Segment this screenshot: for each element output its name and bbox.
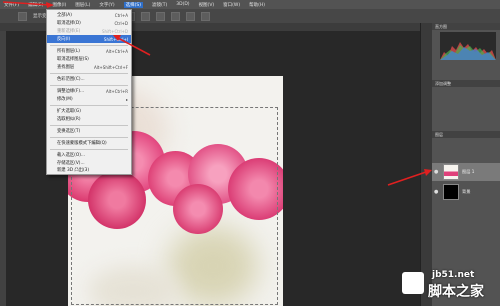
layer-name: 图层 1	[462, 169, 475, 174]
menu-view[interactable]: 视图(V)	[199, 2, 215, 8]
layer-row-background[interactable]: ● 背景	[432, 183, 500, 201]
histogram-tab[interactable]: 直方图	[432, 23, 500, 30]
align-left-icon[interactable]	[171, 11, 180, 21]
menu-item-reselect: 重新选择(E) Shift+Ctrl+D	[57, 28, 128, 35]
menu-image[interactable]: 图像(I)	[52, 2, 66, 8]
menu-item-deselect-layers[interactable]: 取消选择图层(S)	[47, 55, 131, 63]
menu-separator	[50, 73, 128, 74]
select-menu-dropdown: 全部(A) Ctrl+A 取消选择(D) Ctrl+D 重新选择(E) Shift+C…	[46, 9, 132, 175]
menu-item-quick-mask[interactable]: 在快速蒙版模式下编辑(Q)	[47, 139, 131, 147]
menu-item-all-layers[interactable]: 所有图层(L) Alt+Ctrl+A	[47, 47, 131, 55]
menu-item-inverse[interactable]: 反向(I) Shift+Ctrl+I	[47, 35, 131, 43]
menu-separator	[50, 137, 128, 138]
watermark-text: 脚本之家	[428, 284, 484, 300]
menu-item-transform-selection[interactable]: 变换选区(T)	[47, 127, 131, 135]
menu-item-similar[interactable]: 选取相似(R)	[47, 115, 131, 123]
menu-item-find-layers[interactable]: 查找图层 Alt+Shift+Ctrl+F	[47, 63, 131, 71]
menu-separator	[50, 149, 128, 150]
histogram-graph	[440, 42, 496, 60]
menu-item-new-3d-extrusion[interactable]: 新建 3D 凸出(3)	[47, 167, 131, 173]
menu-item-modify[interactable]: 修改(M) ▸	[47, 95, 131, 103]
menu-item-save-selection[interactable]: 存储选区(V)...	[47, 159, 131, 167]
submenu-arrow-icon: ▸	[125, 96, 128, 102]
right-panels: 直方图 添加调整 图层 ● 图层 1 ● 背景	[432, 23, 500, 306]
layer-row-1[interactable]: ● 图层 1	[432, 163, 500, 181]
menu-item-refine-edge[interactable]: 调整边缘(F)... Alt+Ctrl+R	[47, 87, 131, 95]
menu-item-load-selection[interactable]: 载入选区(O)...	[47, 151, 131, 159]
align-bottom-icon[interactable]	[156, 11, 165, 21]
menu-bar: 文件(F) 编辑(E) 图像(I) 图层(L) 文字(Y) 选择(S) 滤镜(T…	[0, 0, 500, 9]
menu-item-all[interactable]: 全部(A) Ctrl+A	[47, 11, 131, 19]
visibility-eye-icon[interactable]: ●	[434, 189, 440, 195]
menu-item-deselect[interactable]: 取消选择(D) Ctrl+D	[47, 19, 131, 27]
menu-item-grow[interactable]: 扩大选取(G)	[47, 107, 131, 115]
adjustments-tab[interactable]: 添加调整	[432, 80, 500, 87]
menu-filter[interactable]: 滤镜(T)	[152, 2, 167, 8]
layer-thumbnail	[443, 184, 459, 200]
align-right-icon[interactable]	[201, 11, 210, 21]
histogram-display	[440, 32, 496, 60]
menu-separator	[50, 125, 128, 126]
menu-help[interactable]: 帮助(H)	[249, 2, 265, 8]
layer-name: 背景	[462, 189, 471, 194]
menu-select[interactable]: 选择(S)	[123, 1, 143, 8]
menu-separator	[50, 85, 128, 86]
menu-3d[interactable]: 3D(D)	[176, 2, 189, 7]
menu-separator	[50, 45, 128, 46]
align-center-icon[interactable]	[186, 11, 195, 21]
transform-controls-checkbox[interactable]	[18, 11, 27, 21]
align-middle-icon[interactable]	[141, 11, 150, 21]
layers-tab[interactable]: 图层	[432, 131, 500, 138]
menu-type[interactable]: 文字(Y)	[99, 2, 114, 8]
menu-item-color-range[interactable]: 色彩范围(C)...	[47, 75, 131, 83]
menu-separator	[50, 105, 128, 106]
site-logo-icon	[402, 272, 424, 294]
menu-edit[interactable]: 编辑(E)	[28, 2, 43, 8]
visibility-eye-icon[interactable]: ●	[434, 169, 440, 175]
menu-layer[interactable]: 图层(L)	[75, 2, 90, 8]
menu-window[interactable]: 窗口(W)	[223, 2, 240, 8]
layer-thumbnail	[443, 164, 459, 180]
menu-file[interactable]: 文件(F)	[4, 2, 19, 8]
watermark-url: jb51.net	[432, 270, 475, 280]
